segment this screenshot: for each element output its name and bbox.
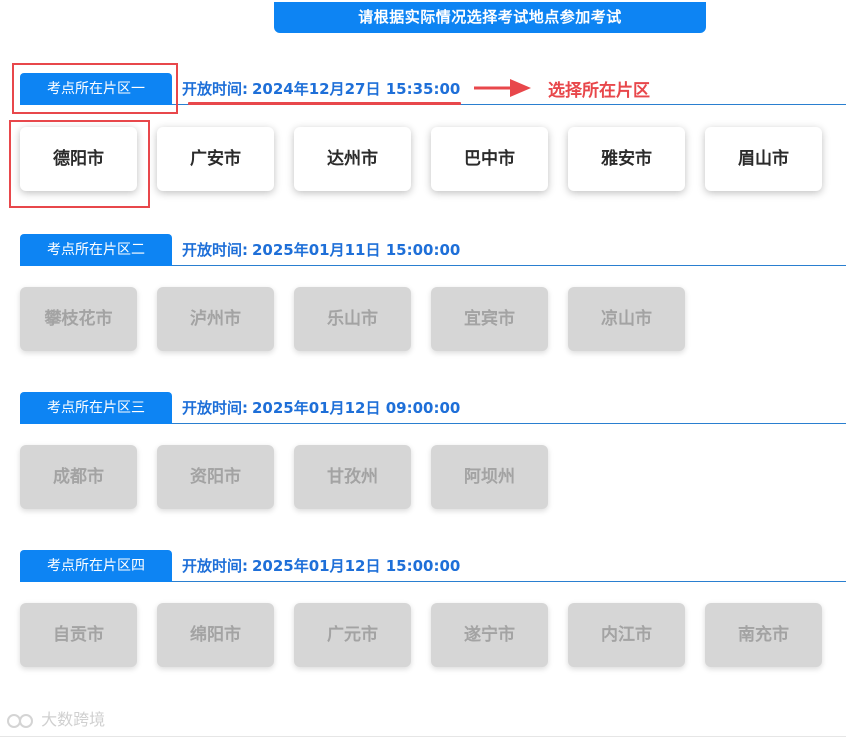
open-time-value: 2024年12月27日 15:35:00 bbox=[252, 80, 461, 98]
region-1: 考点所在片区一 开放时间: 2024年12月27日 15:35:00 德阳市 广安… bbox=[0, 73, 846, 193]
city-list: 成都市 资阳市 甘孜州 阿坝州 bbox=[0, 445, 846, 511]
region-2: 考点所在片区二 开放时间: 2025年01月11日 15:00:00 攀枝花市 泸… bbox=[0, 234, 846, 353]
notice-banner: 请根据实际情况选择考试地点参加考试 bbox=[274, 2, 706, 33]
city-button[interactable]: 达州市 bbox=[294, 127, 411, 191]
city-button-disabled: 阿坝州 bbox=[431, 445, 548, 509]
bottom-divider bbox=[0, 736, 846, 737]
city-list: 自贡市 绵阳市 广元市 遂宁市 内江市 南充市 bbox=[0, 603, 846, 669]
city-button-disabled: 内江市 bbox=[568, 603, 685, 667]
region-3: 考点所在片区三 开放时间: 2025年01月12日 09:00:00 成都市 资阳… bbox=[0, 392, 846, 511]
city-button-disabled: 遂宁市 bbox=[431, 603, 548, 667]
region-tag[interactable]: 考点所在片区三 bbox=[20, 392, 172, 424]
city-button-disabled: 甘孜州 bbox=[294, 445, 411, 509]
city-button[interactable]: 巴中市 bbox=[431, 127, 548, 191]
open-time: 开放时间: 2024年12月27日 15:35:00 bbox=[182, 73, 460, 105]
city-button-disabled: 绵阳市 bbox=[157, 603, 274, 667]
watermark-text: 大数跨境 bbox=[41, 710, 106, 729]
city-button[interactable]: 眉山市 bbox=[705, 127, 822, 191]
arrow-right-icon bbox=[474, 79, 531, 97]
open-time-label: 开放时间: bbox=[182, 80, 248, 98]
annotation-underline bbox=[188, 102, 461, 105]
open-time: 开放时间: 2025年01月12日 15:00:00 bbox=[182, 550, 460, 582]
page: 请根据实际情况选择考试地点参加考试 考点所在片区一 开放时间: 2024年12月2… bbox=[0, 0, 846, 738]
city-button-disabled: 成都市 bbox=[20, 445, 137, 509]
annotation-text: 选择所在片区 bbox=[548, 81, 650, 101]
city-button-disabled: 自贡市 bbox=[20, 603, 137, 667]
city-button-disabled: 乐山市 bbox=[294, 287, 411, 351]
open-time-label: 开放时间: bbox=[182, 241, 248, 259]
open-time-value: 2025年01月11日 15:00:00 bbox=[252, 241, 461, 259]
city-button[interactable]: 德阳市 bbox=[20, 127, 137, 191]
region-header: 考点所在片区一 开放时间: 2024年12月27日 15:35:00 bbox=[0, 73, 846, 105]
watermark-logo-icon bbox=[7, 713, 33, 728]
city-button-disabled: 宜宾市 bbox=[431, 287, 548, 351]
region-header: 考点所在片区四 开放时间: 2025年01月12日 15:00:00 bbox=[0, 550, 846, 582]
region-tag[interactable]: 考点所在片区四 bbox=[20, 550, 172, 582]
city-button-disabled: 泸州市 bbox=[157, 287, 274, 351]
city-button[interactable]: 雅安市 bbox=[568, 127, 685, 191]
open-time-label: 开放时间: bbox=[182, 399, 248, 417]
open-time-value: 2025年01月12日 15:00:00 bbox=[252, 557, 461, 575]
region-header: 考点所在片区二 开放时间: 2025年01月11日 15:00:00 bbox=[0, 234, 846, 266]
open-time: 开放时间: 2025年01月11日 15:00:00 bbox=[182, 234, 460, 266]
city-list: 攀枝花市 泸州市 乐山市 宜宾市 凉山市 bbox=[0, 287, 846, 353]
watermark: 大数跨境 bbox=[6, 708, 105, 732]
city-button-disabled: 广元市 bbox=[294, 603, 411, 667]
open-time: 开放时间: 2025年01月12日 09:00:00 bbox=[182, 392, 460, 424]
region-header: 考点所在片区三 开放时间: 2025年01月12日 09:00:00 bbox=[0, 392, 846, 424]
city-button-disabled: 南充市 bbox=[705, 603, 822, 667]
city-button-disabled: 资阳市 bbox=[157, 445, 274, 509]
city-button-disabled: 攀枝花市 bbox=[20, 287, 137, 351]
open-time-label: 开放时间: bbox=[182, 557, 248, 575]
city-button[interactable]: 广安市 bbox=[157, 127, 274, 191]
region-tag[interactable]: 考点所在片区二 bbox=[20, 234, 172, 266]
region-tag[interactable]: 考点所在片区一 bbox=[20, 73, 172, 105]
open-time-value: 2025年01月12日 09:00:00 bbox=[252, 399, 461, 417]
region-4: 考点所在片区四 开放时间: 2025年01月12日 15:00:00 自贡市 绵阳… bbox=[0, 550, 846, 669]
city-list: 德阳市 广安市 达州市 巴中市 雅安市 眉山市 bbox=[0, 127, 846, 193]
city-button-disabled: 凉山市 bbox=[568, 287, 685, 351]
